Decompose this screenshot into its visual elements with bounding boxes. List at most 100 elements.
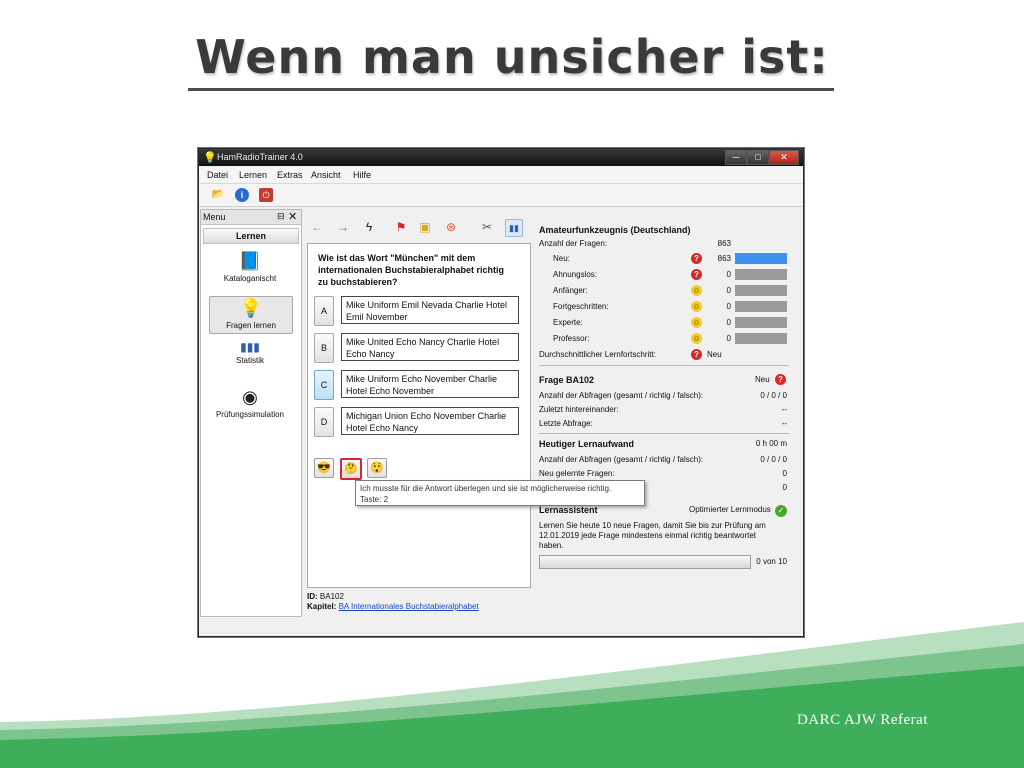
professor-smiley-icon: ☺ (691, 333, 702, 344)
heute-row-label: Neu gelernte Fragen: (539, 469, 615, 478)
confident-smiley-icon[interactable]: 😎 (314, 458, 334, 478)
lightbulb-icon: 💡 (203, 152, 217, 164)
divider (539, 365, 789, 366)
answer-d-text[interactable]: Michigan Union Echo November Charlie Hot… (341, 407, 519, 435)
chapter-link[interactable]: BA Internationales Buchstabieralphabet (339, 602, 479, 611)
slide-title: Wenn man unsicher ist: (195, 30, 829, 84)
question-mark-icon: ? (691, 269, 702, 280)
level-label: Fortgeschritten: (553, 302, 609, 311)
level-value: 0 (726, 302, 731, 311)
title-underline (188, 88, 834, 91)
assist-text: Lernen Sie heute 10 neue Fragen, damit S… (539, 521, 766, 550)
lifebuoy-icon[interactable]: ⊛ (443, 219, 459, 235)
app-window: 💡 HamRadioTrainer 4.0 ─ □ ✕ Datei Lernen… (198, 148, 804, 637)
answer-d-button[interactable]: D (314, 407, 334, 437)
level-bar (735, 333, 787, 344)
check-icon: ✓ (775, 505, 787, 517)
question-mark-icon: ? (691, 253, 702, 264)
menu-lernen[interactable]: Lernen (239, 170, 267, 180)
sidebar-item-label: Statistik (235, 356, 264, 365)
frage-row-value: 0 / 0 / 0 (760, 391, 787, 400)
thinking-smiley-icon[interactable]: 🤔 (340, 458, 362, 480)
sidebar-close-icon[interactable]: ✕ (288, 210, 297, 223)
tools-icon[interactable]: ✂ (479, 219, 495, 235)
sidebar-header: Menu ⊟ ✕ (201, 210, 301, 225)
menu-ansicht[interactable]: Ansicht (311, 170, 341, 180)
heute-row-value: 0 / 0 / 0 (760, 455, 787, 464)
note-icon[interactable]: ▣ (417, 219, 433, 235)
winking-smiley-icon: ☺ (691, 285, 702, 296)
flag-icon[interactable]: ⚑ (393, 219, 409, 235)
back-arrow-icon[interactable]: ← (309, 219, 325, 235)
sidebar-section-lernen[interactable]: Lernen (203, 228, 299, 244)
level-label: Ahnungslos: (553, 270, 598, 279)
assist-title: Lernassistent (539, 505, 598, 515)
answer-a-button[interactable]: A (314, 296, 334, 326)
power-icon[interactable]: ⏻ (259, 188, 273, 202)
bar-chart-icon: ▮▮▮ (240, 340, 260, 354)
question-id: ID: BA102 (307, 592, 344, 601)
sidebar-item-label: Fragen lernen (226, 321, 276, 330)
question-text: Wie ist das Wort "München" mit dem inter… (318, 253, 505, 287)
statistics-toggle-icon[interactable]: ▮▮ (505, 219, 523, 237)
forward-arrow-icon[interactable]: → (335, 219, 351, 235)
stats-count-label: Anzahl der Fragen: (539, 239, 608, 248)
question-mark-icon: ? (775, 374, 786, 385)
level-value: 0 (726, 318, 731, 327)
smiley-icon: ☺ (691, 301, 702, 312)
avg-progress-label: Durchschnittlicher Lernfortschritt: (539, 350, 656, 359)
level-value: 0 (726, 286, 731, 295)
heute-title: Heutiger Lernaufwand (539, 439, 635, 449)
happy-smiley-icon: ☺ (691, 317, 702, 328)
frage-row-label: Letzte Abfrage: (539, 419, 593, 428)
sidebar-item-pruefungssimulation[interactable]: ◉ Prüfungssimulation (209, 386, 291, 422)
frage-status: Neu (755, 375, 770, 384)
level-label: Neu: (553, 254, 570, 263)
sidebar-title: Menu (203, 212, 226, 222)
menu-hilfe[interactable]: Hilfe (353, 170, 371, 180)
answer-b-text[interactable]: Mike United Echo Nancy Charlie Hotel Ech… (341, 333, 519, 361)
frage-row-label: Anzahl der Abfragen (gesamt / richtig / … (539, 391, 704, 400)
level-bar (735, 269, 787, 280)
sidebar-menu: Menu ⊟ ✕ Lernen 📘 Kataloganischt 💡 Frage… (200, 209, 302, 617)
menu-bar: Datei Lernen Extras Ansicht Hilfe (199, 167, 803, 184)
heute-row-value: 0 (782, 469, 787, 478)
main-toolbar: 📂 i ⏻ (199, 184, 803, 207)
clock-icon: ◉ (242, 387, 258, 407)
question-mark-icon: ? (691, 349, 702, 360)
info-icon[interactable]: i (235, 188, 249, 202)
stats-title: Amateurfunkzeugnis (Deutschland) (539, 225, 691, 235)
assist-mode: Optimierter Lernmodus (689, 505, 771, 514)
lightning-icon[interactable]: ϟ (361, 219, 377, 235)
pin-icon[interactable]: ⊟ (277, 211, 285, 222)
menu-datei[interactable]: Datei (207, 170, 228, 180)
answer-b-button[interactable]: B (314, 333, 334, 363)
heute-row-value: 0 (782, 483, 787, 492)
level-value: 0 (726, 270, 731, 279)
answer-a-text[interactable]: Mike Uniform Emil Nevada Charlie Hotel E… (341, 296, 519, 324)
statistics-panel: Amateurfunkzeugnis (Deutschland) Anzahl … (539, 223, 789, 603)
answer-c-text[interactable]: Mike Uniform Echo November Charlie Hotel… (341, 370, 519, 398)
level-label: Experte: (553, 318, 583, 327)
level-bar (735, 301, 787, 312)
menu-extras[interactable]: Extras (277, 170, 303, 180)
level-bar (735, 253, 787, 264)
level-bar (735, 285, 787, 296)
question-panel: Wie ist das Wort "München" mit dem inter… (307, 243, 531, 588)
close-button[interactable]: ✕ (769, 150, 799, 165)
stats-count-value: 863 (717, 239, 731, 248)
unsure-smiley-icon[interactable]: 😲 (367, 458, 387, 478)
open-folder-icon[interactable]: 📂 (211, 188, 225, 202)
maximize-button[interactable]: □ (747, 150, 769, 165)
sidebar-item-label: Kataloganischt (223, 274, 277, 283)
sidebar-item-fragen-lernen[interactable]: 💡 Fragen lernen (209, 296, 293, 334)
level-bar (735, 317, 787, 328)
sidebar-item-statistik[interactable]: ▮▮▮ Statistik (209, 340, 291, 370)
sidebar-item-katalog[interactable]: 📘 Kataloganischt (209, 250, 291, 290)
answer-c-button[interactable]: C (314, 370, 334, 400)
footer-text: DARC AJW Referat (796, 712, 928, 728)
heute-time: 0 h 00 m (755, 439, 787, 448)
frage-title: Frage BA102 (539, 375, 595, 385)
lightbulb-icon: 💡 (239, 298, 263, 318)
minimize-button[interactable]: ─ (725, 150, 747, 165)
